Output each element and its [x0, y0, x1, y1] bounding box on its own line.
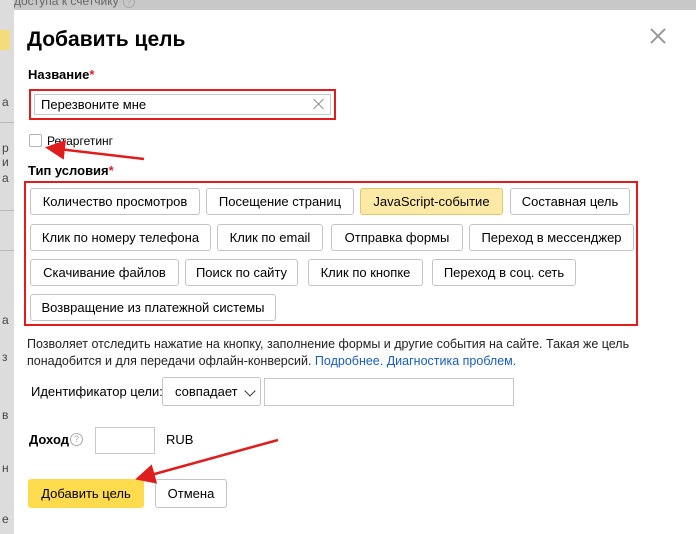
name-label-text: Название	[28, 67, 90, 82]
background-fragment: р	[2, 141, 9, 155]
retargeting-label: Ретаргетинг	[47, 134, 114, 148]
condition-option-payment-return[interactable]: Возвращение из платежной системы	[30, 294, 276, 321]
condition-option-site-search[interactable]: Поиск по сайту	[185, 259, 298, 286]
name-input-value: Перезвоните мне	[41, 97, 147, 112]
background-top-label: доступа к счетчику	[14, 0, 119, 8]
required-mark: *	[108, 163, 114, 178]
background-fragment: а	[2, 95, 9, 109]
cancel-button[interactable]: Отмена	[155, 479, 227, 508]
background-divider	[0, 210, 14, 211]
condition-option-button-click[interactable]: Клик по кнопке	[308, 259, 423, 286]
required-mark: *	[89, 67, 95, 82]
background-page: а р и а а з в н е	[0, 0, 14, 534]
background-fragment: з	[2, 350, 8, 364]
condition-label-text: Тип условия	[28, 163, 109, 178]
condition-option-pageviews[interactable]: Количество просмотров	[30, 188, 200, 215]
background-fragment: а	[2, 313, 9, 327]
condition-option-file-download[interactable]: Скачивание файлов	[30, 259, 179, 286]
currency-label: RUB	[166, 432, 194, 447]
add-goal-dialog: Добавить цель Название* Перезвоните мне …	[14, 10, 696, 534]
background-fragment: и	[2, 155, 9, 169]
match-type-select[interactable]: совпадает	[162, 377, 261, 406]
name-input-highlight: Перезвоните мне	[29, 89, 336, 120]
match-type-value: совпадает	[175, 384, 238, 399]
condition-option-messenger[interactable]: Переход в мессенджер	[469, 224, 634, 251]
background-fragment: е	[2, 512, 9, 526]
learn-more-link[interactable]: Подробнее.	[315, 354, 383, 368]
condition-description: Позволяет отследить нажатие на кнопку, з…	[27, 336, 667, 370]
name-field-label: Название*	[28, 67, 94, 82]
background-fragment: а	[2, 171, 9, 185]
background-fragment: н	[2, 461, 9, 475]
background-divider	[0, 122, 14, 123]
diagnostics-link[interactable]: Диагностика проблем.	[387, 354, 517, 368]
background-fragment: в	[2, 408, 9, 422]
add-goal-button[interactable]: Добавить цель	[28, 479, 144, 508]
clear-icon[interactable]	[314, 99, 324, 109]
chevron-down-icon	[244, 385, 256, 397]
goal-id-label: Идентификатор цели:	[31, 384, 163, 399]
background-divider	[0, 250, 14, 251]
background-highlight	[0, 30, 10, 50]
retargeting-checkbox[interactable]	[29, 134, 42, 147]
close-icon[interactable]	[650, 28, 666, 44]
income-label: Доход	[29, 432, 69, 447]
condition-type-label: Тип условия*	[28, 163, 114, 178]
dialog-title: Добавить цель	[27, 28, 186, 51]
name-input[interactable]: Перезвоните мне	[34, 94, 331, 115]
income-input[interactable]	[95, 427, 155, 454]
goal-id-input[interactable]	[264, 378, 514, 406]
condition-option-page-visit[interactable]: Посещение страниц	[206, 188, 354, 215]
condition-option-social-network[interactable]: Переход в соц. сеть	[432, 259, 576, 286]
condition-option-javascript-event[interactable]: JavaScript-событие	[360, 188, 503, 215]
condition-option-phone-click[interactable]: Клик по номеру телефона	[30, 224, 211, 251]
condition-option-composite-goal[interactable]: Составная цель	[510, 188, 630, 215]
help-icon: ?	[122, 0, 135, 8]
condition-option-email-click[interactable]: Клик по email	[217, 224, 323, 251]
condition-option-form-submit[interactable]: Отправка формы	[331, 224, 463, 251]
background-top-text: доступа к счетчику?	[14, 0, 135, 8]
help-icon[interactable]: ?	[70, 433, 83, 446]
